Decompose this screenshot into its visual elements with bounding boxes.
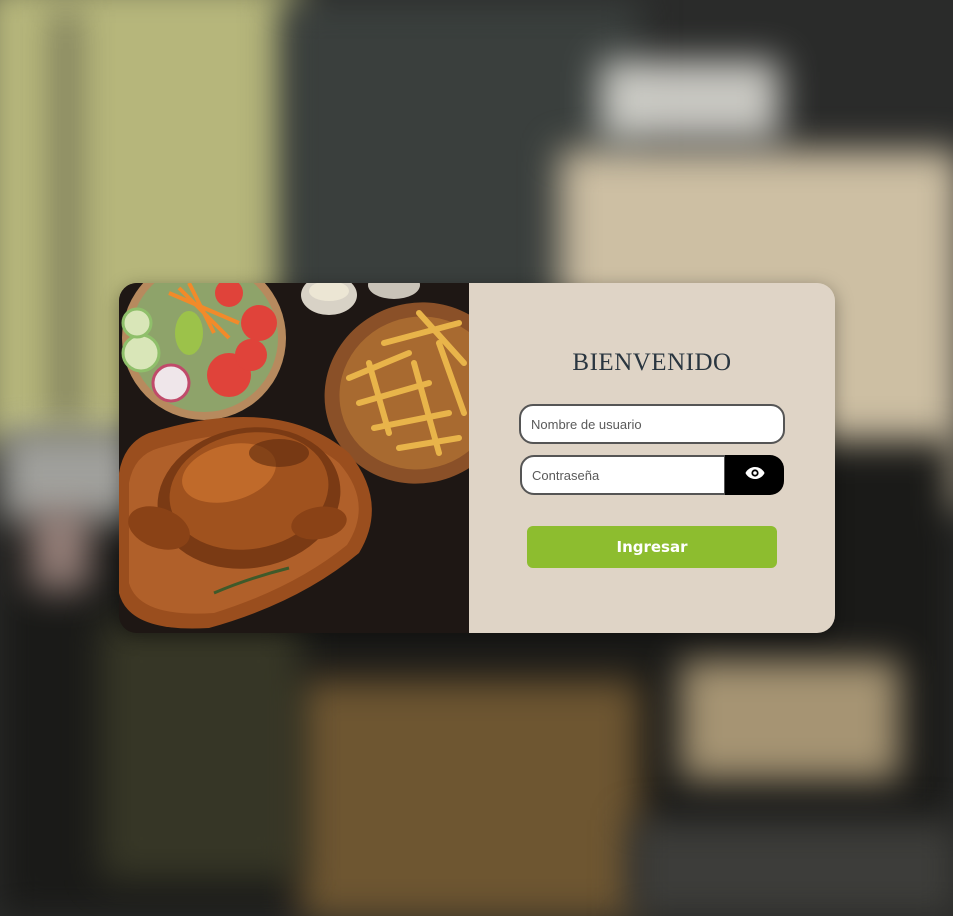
food-photo bbox=[119, 283, 469, 633]
username-input[interactable] bbox=[519, 404, 785, 444]
welcome-title: BIENVENIDO bbox=[572, 349, 732, 376]
password-input[interactable] bbox=[520, 455, 726, 495]
login-form-panel: BIENVENIDO Ingresar bbox=[469, 283, 835, 633]
login-submit-button[interactable]: Ingresar bbox=[527, 526, 777, 568]
show-password-button[interactable] bbox=[725, 455, 784, 495]
login-card: BIENVENIDO Ingresar bbox=[119, 283, 835, 633]
eye-icon bbox=[745, 466, 765, 485]
